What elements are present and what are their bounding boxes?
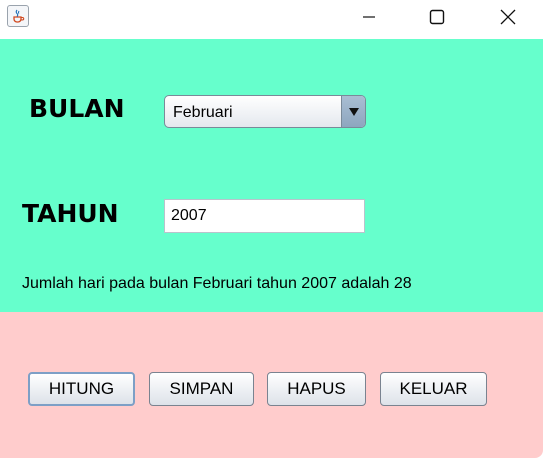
bulan-combobox[interactable]: Februari — [164, 95, 366, 128]
maximize-icon — [429, 9, 445, 25]
hitung-button[interactable]: HITUNG — [28, 372, 135, 406]
dropdown-arrow-button[interactable] — [341, 96, 365, 127]
result-text: Jumlah hari pada bulan Februari tahun 20… — [22, 275, 412, 292]
close-icon — [500, 9, 516, 25]
maximize-button[interactable] — [414, 0, 460, 34]
java-icon[interactable] — [7, 5, 29, 27]
button-panel: HITUNG SIMPAN HAPUS KELUAR — [0, 312, 543, 458]
hapus-button[interactable]: HAPUS — [267, 372, 366, 406]
tahun-field-box[interactable] — [164, 199, 365, 233]
tahun-label: TAHUN — [22, 199, 119, 228]
chevron-down-icon — [348, 107, 359, 116]
bulan-label: BULAN — [29, 94, 125, 123]
minimize-icon — [363, 16, 375, 18]
keluar-button[interactable]: KELUAR — [380, 372, 487, 406]
app-window: BULAN Februari TAHUN Jumlah hari pada bu… — [0, 0, 543, 458]
minimize-button[interactable] — [346, 0, 392, 34]
close-button[interactable] — [485, 0, 531, 34]
simpan-button[interactable]: SIMPAN — [149, 372, 254, 406]
bulan-selected-value: Februari — [173, 104, 233, 121]
input-panel: BULAN Februari TAHUN Jumlah hari pada bu… — [0, 39, 543, 312]
title-bar[interactable] — [0, 0, 543, 39]
tahun-input[interactable] — [165, 200, 364, 232]
